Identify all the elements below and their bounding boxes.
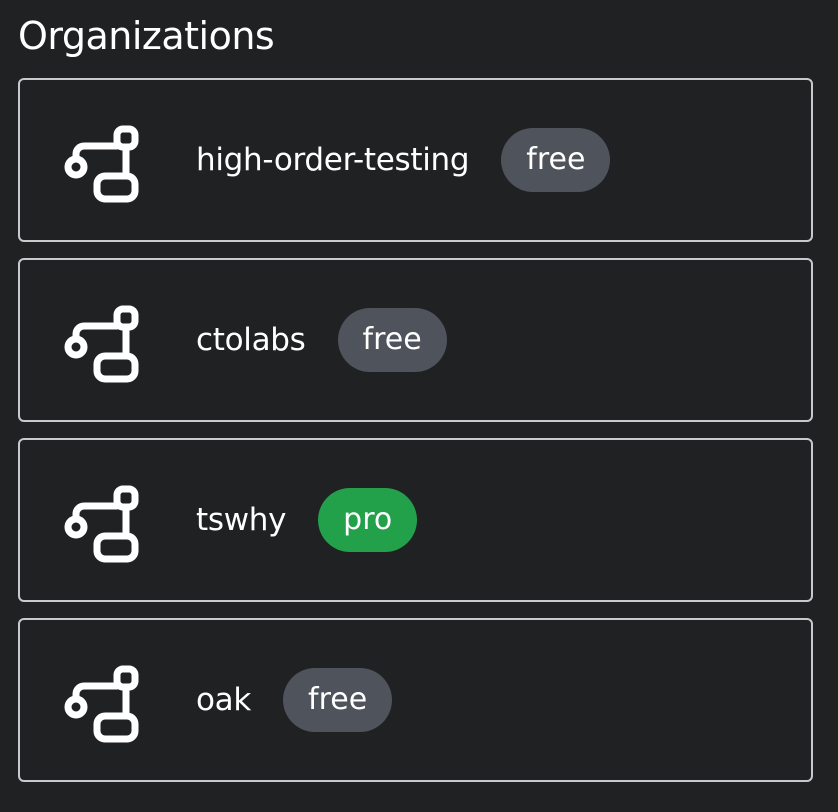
plan-badge: free xyxy=(501,128,611,192)
organization-name: tswhy xyxy=(196,502,287,538)
page-title: Organizations xyxy=(18,14,275,58)
organization-card-tswhy[interactable]: tswhy pro xyxy=(18,438,813,602)
organization-card-ctolabs[interactable]: ctolabs free xyxy=(18,258,813,422)
organization-name: oak xyxy=(196,682,252,718)
plan-badge: free xyxy=(337,308,447,372)
organization-list: high-order-testing free ctolabs free tsw… xyxy=(18,78,813,798)
git-branch-icon xyxy=(60,120,144,204)
plan-badge: free xyxy=(283,668,393,732)
git-branch-icon xyxy=(60,660,144,744)
organization-name: ctolabs xyxy=(196,322,306,358)
plan-badge: pro xyxy=(318,488,418,552)
organization-name: high-order-testing xyxy=(196,142,470,178)
git-branch-icon xyxy=(60,300,144,384)
organization-card-high-order-testing[interactable]: high-order-testing free xyxy=(18,78,813,242)
git-branch-icon xyxy=(60,480,144,564)
organizations-page: Organizations high-order-testing free ct… xyxy=(0,0,838,812)
organization-card-oak[interactable]: oak free xyxy=(18,618,813,782)
